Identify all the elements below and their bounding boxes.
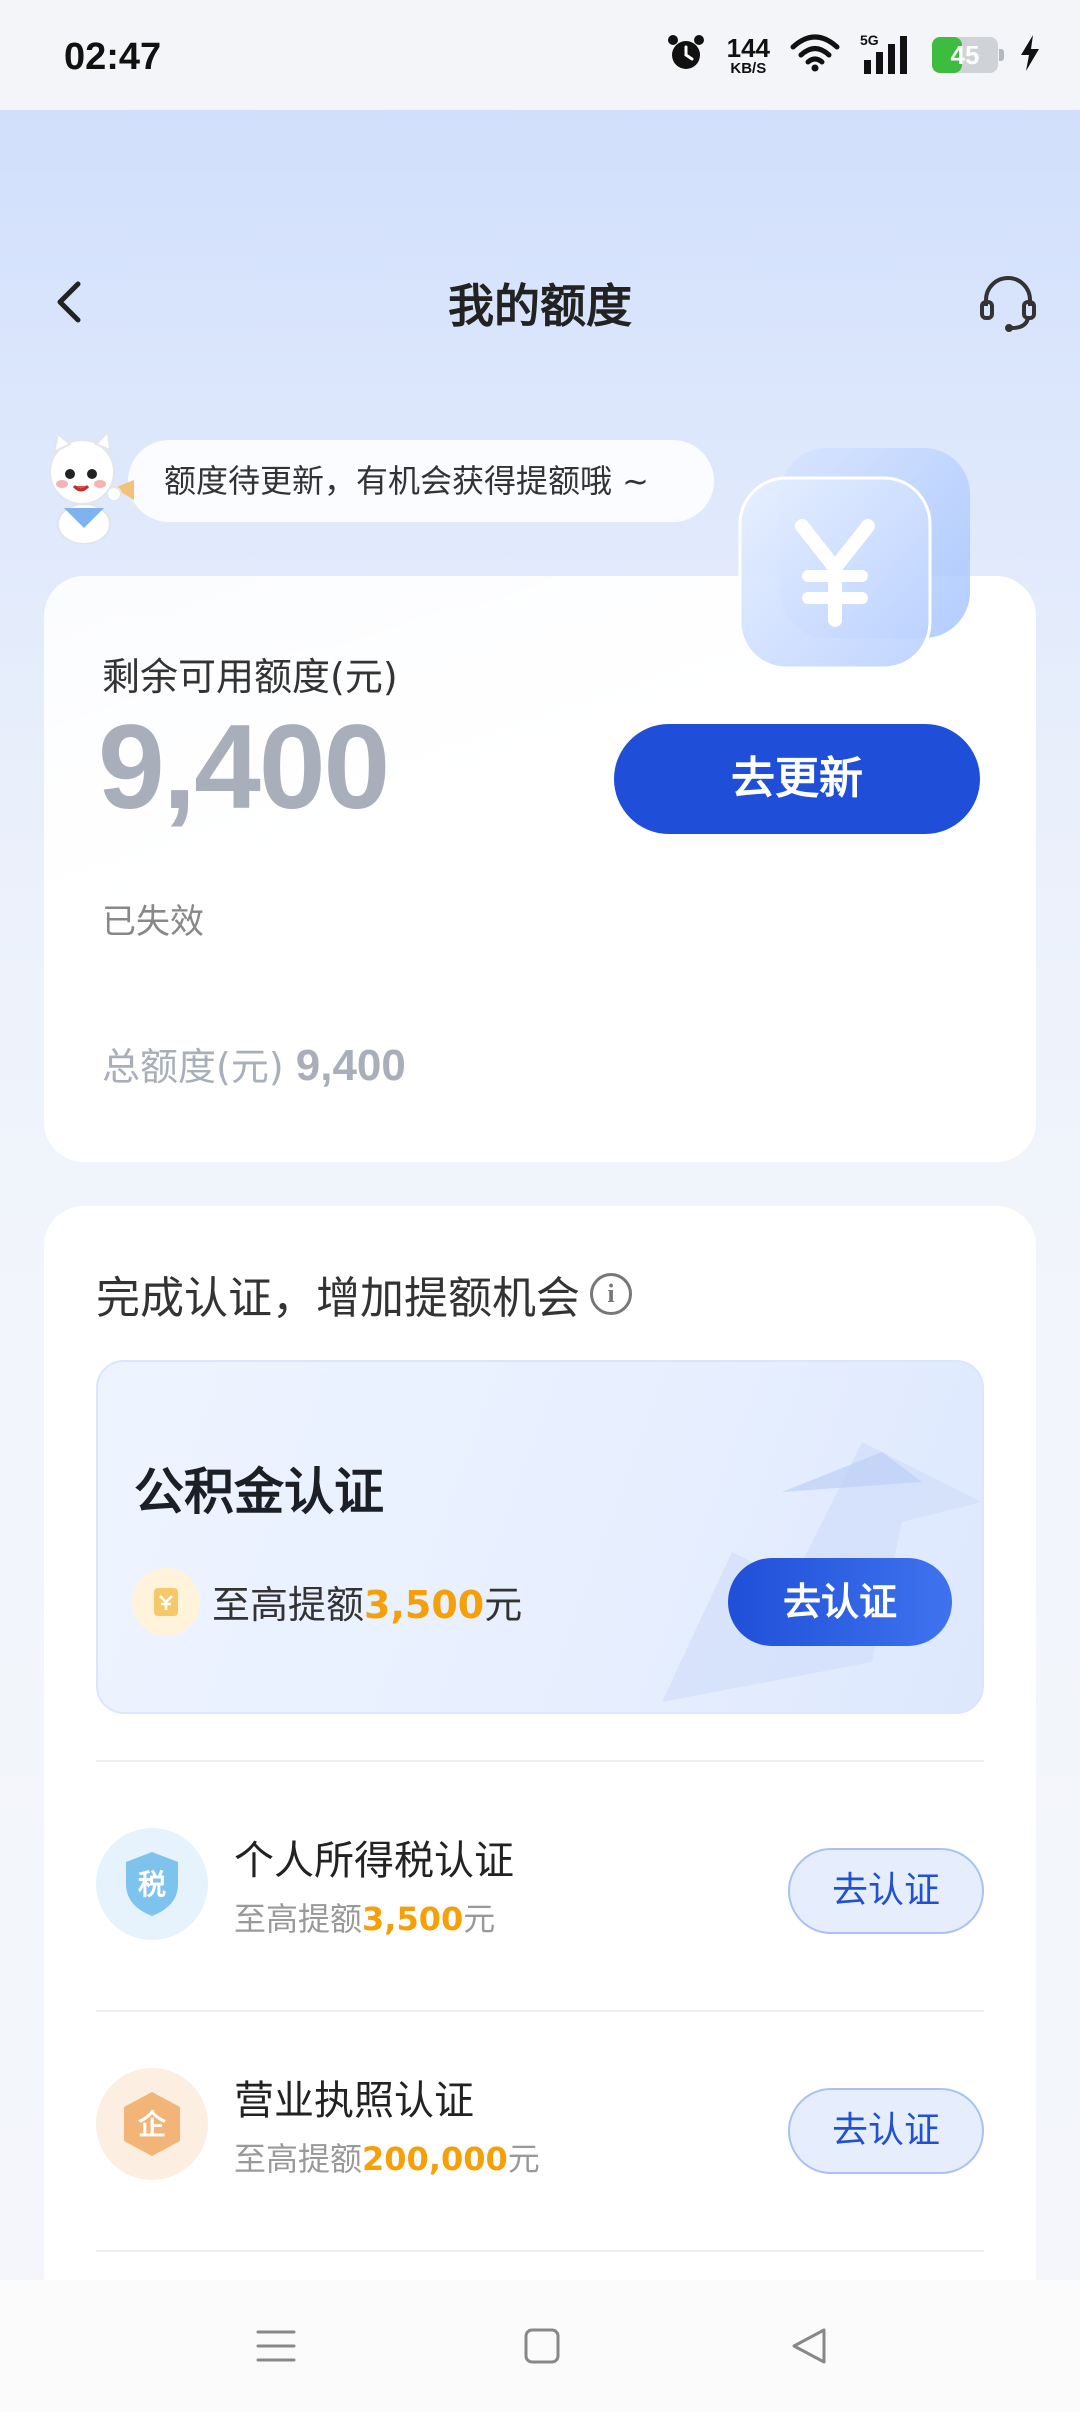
limit-value: 3,500 [362, 1900, 464, 1938]
battery-level: 45 [950, 39, 980, 70]
business-license-certify-button[interactable]: 去认证 [788, 2088, 984, 2174]
business-hexagon-icon: 企 [96, 2068, 208, 2180]
certification-title: 完成认证，增加提额机会 i [96, 1262, 632, 1326]
alarm-icon [665, 32, 707, 78]
tax-certification-name: 个人所得税认证 [234, 1838, 514, 1884]
certification-card: 完成认证，增加提额机会 i 公积金认证 至高提额3,500元 去认证 税 个人所… [44, 1206, 1036, 2412]
menu-icon[interactable] [250, 2320, 302, 2372]
tax-shield-icon: 税 [96, 1828, 208, 1940]
limit-suffix: 元 [507, 2140, 540, 2178]
tax-icon-text: 税 [138, 1868, 166, 1901]
limit-prefix: 至高提额 [212, 1583, 365, 1627]
limit-suffix: 元 [463, 1900, 496, 1938]
limit-prefix: 至高提额 [234, 1900, 363, 1938]
tax-certification-row: 税 个人所得税认证 至高提额3,500元 去认证 [96, 1766, 984, 1986]
customer-service-button[interactable] [976, 272, 1040, 336]
tax-certification-limit: 至高提额3,500元 [234, 1894, 495, 1940]
total-quota: 总额度(元) 9,400 [102, 1036, 406, 1091]
housing-fund-limit: 至高提额3,500元 [212, 1574, 522, 1629]
headset-icon [980, 276, 1036, 332]
battery-icon: 45 [932, 37, 1004, 73]
quota-status: 已失效 [102, 902, 204, 942]
status-time: 02:47 [64, 36, 162, 78]
net-speed: 144 KB/S [727, 35, 770, 76]
charging-icon [1018, 33, 1042, 77]
page-title: 我的额度 [448, 279, 632, 333]
limit-prefix: 至高提额 [234, 2140, 363, 2178]
info-icon[interactable]: i [590, 1273, 632, 1315]
business-license-certification-row: 企 营业执照认证 至高提额200,000元 去认证 [96, 2006, 984, 2226]
signal-icon: 5G [860, 32, 912, 76]
tip-bubble: 额度待更新，有机会获得提额哦 ~ [128, 440, 714, 522]
certification-title-text: 完成认证，增加提额机会 [96, 1273, 580, 1324]
housing-fund-certify-button[interactable]: 去认证 [728, 1558, 952, 1646]
remaining-quota-label: 剩余可用额度(元) [102, 655, 398, 699]
housing-fund-certification: 公积金认证 至高提额3,500元 去认证 [96, 1360, 984, 1714]
limit-value: 3,500 [364, 1583, 485, 1627]
business-license-name: 营业执照认证 [234, 2078, 474, 2124]
update-quota-button[interactable]: 去更新 [614, 724, 980, 834]
status-bar: 02:47 144 KB/S 5G 45 [0, 0, 1080, 110]
quota-page: 02:47 144 KB/S 5G 45 我的额度 额度待更新，有机会获得提额哦… [0, 0, 1080, 2412]
tax-certify-button[interactable]: 去认证 [788, 1848, 984, 1934]
remaining-quota-amount: 9,400 [98, 700, 390, 834]
limit-suffix: 元 [484, 1583, 523, 1627]
back-triangle-icon[interactable] [784, 2320, 836, 2372]
home-icon[interactable] [516, 2320, 568, 2372]
total-quota-value: 9,400 [295, 1041, 406, 1090]
coin-icon [132, 1568, 200, 1636]
mascot-illustration [40, 424, 140, 545]
yuan-icon [720, 438, 980, 698]
business-license-limit: 至高提额200,000元 [234, 2134, 540, 2180]
limit-value: 200,000 [362, 2140, 508, 2178]
divider [96, 2250, 984, 2252]
housing-fund-name: 公积金认证 [134, 1463, 384, 1521]
net-speed-value: 144 [726, 32, 770, 63]
divider [96, 1760, 984, 1762]
wifi-icon [790, 33, 840, 77]
total-quota-label: 总额度(元) [102, 1045, 284, 1089]
business-icon-text: 企 [138, 2108, 167, 2141]
status-icons: 144 KB/S 5G 45 [665, 30, 1042, 80]
net-speed-unit: KB/S [730, 59, 767, 77]
system-nav-bar [0, 2280, 1080, 2412]
